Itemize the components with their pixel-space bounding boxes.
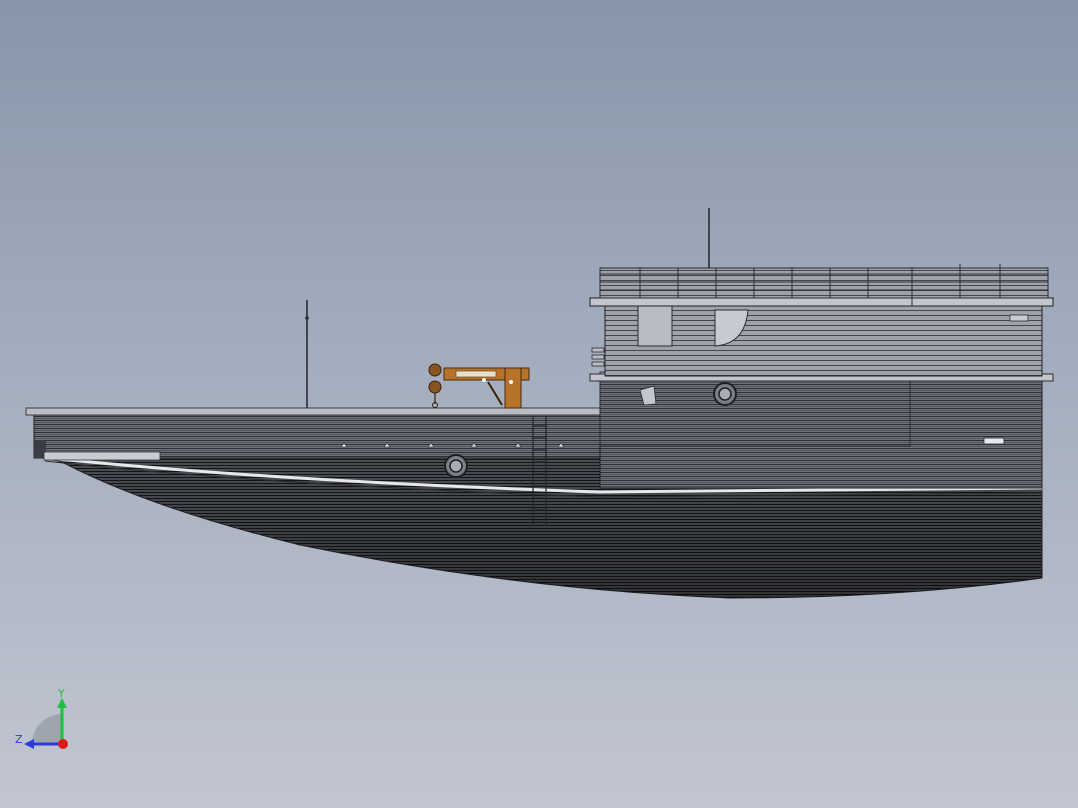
wheelhouse-sign <box>1009 314 1029 322</box>
x-axis-dot <box>58 739 68 749</box>
forward-mast <box>305 300 309 408</box>
forward-porthole <box>444 454 468 478</box>
foredeck-bulwark <box>33 413 601 459</box>
triad-arc <box>32 714 62 744</box>
cad-viewport[interactable] <box>0 0 1078 808</box>
z-axis-label: Z <box>15 733 23 746</box>
wheelhouse-roof <box>589 297 1054 307</box>
main-deck <box>25 407 603 416</box>
deck-crane <box>428 363 530 409</box>
wheelhouse-side-vents <box>591 347 605 367</box>
boat-model[interactable] <box>25 208 1054 599</box>
z-axis-arrow <box>24 739 34 749</box>
wheelhouse-window <box>637 305 673 347</box>
aft-hull-side <box>599 379 1043 489</box>
aft-vent <box>983 437 1005 445</box>
aft-porthole <box>713 382 737 406</box>
y-axis-label: Y <box>57 687 65 700</box>
orientation-triad[interactable]: Y Z <box>10 684 80 754</box>
bulwark-cap <box>43 451 161 461</box>
